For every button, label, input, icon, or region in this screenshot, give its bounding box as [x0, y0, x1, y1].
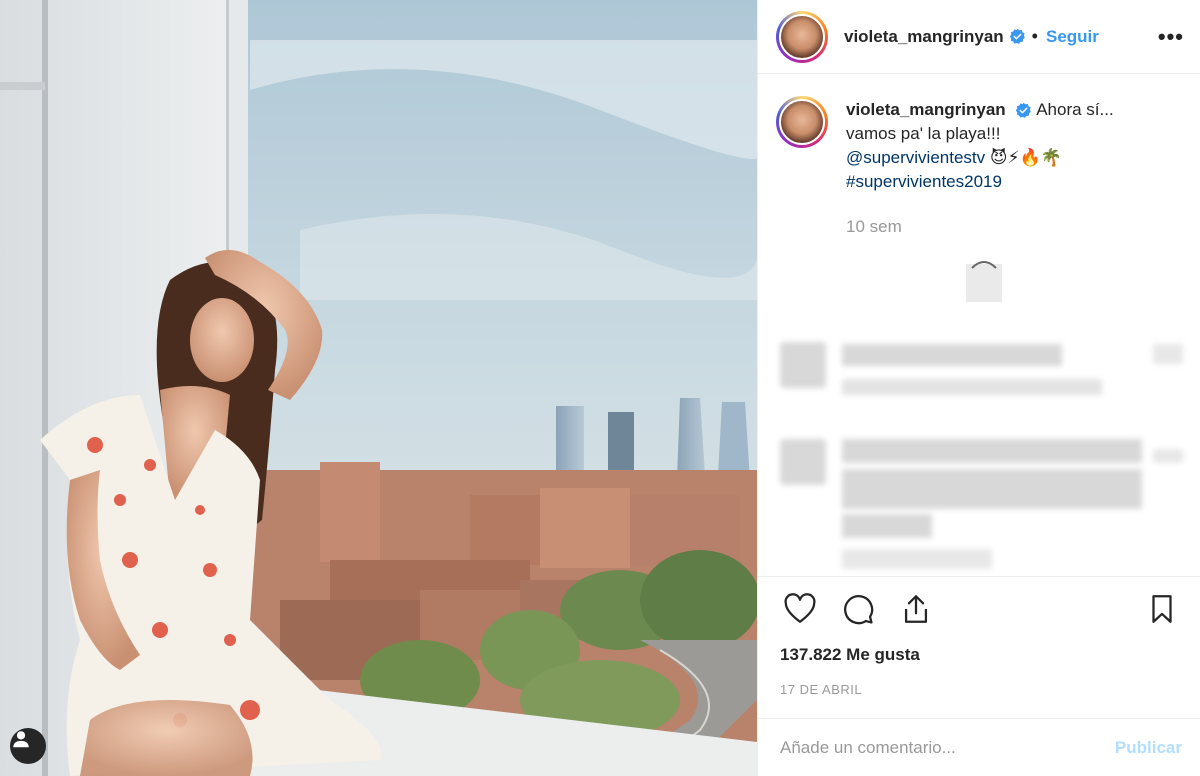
likes-count[interactable]: 137.822 Me gusta — [780, 645, 920, 665]
comment-button[interactable] — [838, 589, 878, 629]
save-button[interactable] — [1142, 589, 1182, 629]
caption-avatar — [779, 99, 825, 145]
heart-icon — [784, 593, 816, 623]
user-tag-button[interactable] — [10, 728, 46, 764]
comment-form: Publicar — [758, 718, 1200, 776]
caption-avatar-ring[interactable] — [776, 96, 828, 148]
comment-input[interactable] — [780, 737, 1115, 758]
post-header: violeta_mangrinyan • Seguir ••• — [758, 0, 1200, 74]
post-actions: 137.822 Me gusta 17 DE ABRIL Publicar — [758, 576, 1200, 776]
bookmark-icon — [1152, 595, 1172, 623]
publish-button[interactable]: Publicar — [1115, 738, 1182, 758]
comments-section: violeta_mangrinyan Ahora sí... vamos pa'… — [758, 74, 1200, 576]
post-side-panel: violeta_mangrinyan • Seguir ••• violeta_… — [757, 0, 1200, 776]
caption-mention-link[interactable]: @supervivientestv — [846, 148, 985, 167]
person-icon — [13, 731, 29, 748]
photo-illustration — [0, 0, 757, 776]
verified-badge-icon — [1016, 102, 1032, 118]
share-icon — [904, 595, 928, 623]
comment-bubble-icon — [844, 595, 874, 625]
like-button[interactable] — [780, 589, 820, 629]
caption: violeta_mangrinyan Ahora sí... vamos pa'… — [758, 74, 1200, 239]
caption-hashtag-link[interactable]: #supervivientes2019 — [846, 170, 1114, 194]
header-separator: • — [1031, 26, 1038, 46]
caption-body: violeta_mangrinyan Ahora sí... vamos pa'… — [846, 98, 1114, 239]
follow-button[interactable]: Seguir — [1046, 27, 1099, 47]
avatar — [779, 13, 825, 60]
more-options-button[interactable]: ••• — [1158, 24, 1184, 50]
header-username[interactable]: violeta_mangrinyan — [844, 27, 1004, 47]
caption-timestamp[interactable]: 10 sem — [846, 215, 1114, 239]
action-icons-row — [780, 589, 1182, 629]
loading-spinner-icon — [966, 261, 1002, 302]
post-date[interactable]: 17 DE ABRIL — [780, 682, 862, 697]
instagram-post: violeta_mangrinyan • Seguir ••• violeta_… — [0, 0, 1200, 776]
caption-emojis: 😈⚡🔥🌴 — [989, 148, 1062, 167]
caption-username[interactable]: violeta_mangrinyan — [846, 100, 1006, 119]
post-photo[interactable] — [0, 0, 757, 776]
caption-text-line2: vamos pa' la playa!!! — [846, 124, 1001, 143]
verified-badge-icon — [1009, 28, 1025, 44]
avatar-story-ring[interactable] — [776, 10, 828, 63]
share-button[interactable] — [896, 589, 936, 629]
caption-text-line1: Ahora sí... — [1036, 100, 1114, 119]
